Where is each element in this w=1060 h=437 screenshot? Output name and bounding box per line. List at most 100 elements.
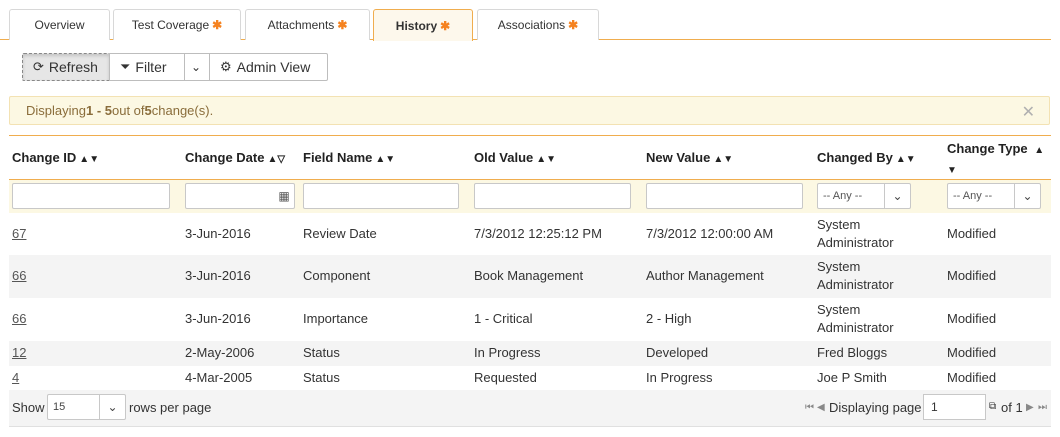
changed-by-cell: Joe P Smith <box>817 370 887 385</box>
column-label: New Value <box>646 150 711 165</box>
calendar-icon[interactable]: ▦ <box>271 183 297 209</box>
old-value-cell: Requested <box>474 370 537 385</box>
filter-dropdown-button[interactable]: ⌄ <box>184 53 210 81</box>
rows-per-page-value: 15 <box>53 401 66 413</box>
sort-icon[interactable]: ▲▼ <box>536 154 556 165</box>
change-id-link[interactable]: 66 <box>12 267 26 285</box>
table-row: 4 4-Mar-2005 Status Requested In Progres… <box>9 366 1051 390</box>
change-id-link[interactable]: 4 <box>12 369 19 387</box>
alert-range: 1 - 5 <box>85 103 112 118</box>
sort-icon[interactable]: ▲▼ <box>79 154 99 165</box>
displaying-page-label: Displaying page <box>829 400 922 415</box>
grid-bottom-border <box>9 426 1051 427</box>
chevron-down-icon: ⌄ <box>99 395 125 419</box>
first-page-icon[interactable]: ⏮ <box>805 402 814 413</box>
changed-by-cell: System Administrator <box>817 301 894 337</box>
change-id-link[interactable]: 12 <box>12 344 26 362</box>
tab-label: Associations <box>497 18 566 32</box>
page-number-value: 1 <box>931 400 938 414</box>
tab-overview[interactable]: Overview <box>9 9 110 40</box>
sort-icon[interactable]: ▲▼ <box>896 154 916 165</box>
show-label: Show <box>12 400 45 415</box>
old-value-cell: 1 - Critical <box>474 311 533 326</box>
tab-label: Overview <box>34 18 85 32</box>
chevron-down-icon: ⌄ <box>1014 184 1040 208</box>
change-type-cell: Modified <box>947 370 997 385</box>
new-value-cell: 2 - High <box>646 311 692 326</box>
column-label: Old Value <box>474 150 534 165</box>
previous-page-icon[interactable]: ◀ <box>817 402 825 413</box>
tab-bar: Overview Test Coverage ✱ Attachments ✱ His… <box>0 0 1060 41</box>
sort-icon[interactable]: ▲▽ <box>267 154 285 165</box>
new-value-filter-input[interactable] <box>646 183 803 209</box>
admin-view-label: Admin View <box>236 59 311 75</box>
chevron-down-icon: ⌄ <box>884 184 910 208</box>
pagination-footer: Show 15 ⌄ rows per page ⏮ ◀ Displaying p… <box>9 390 1051 426</box>
tab-label: Attachments <box>267 18 335 32</box>
chevron-down-icon: ⌄ <box>191 60 202 74</box>
close-icon[interactable]: ✕ <box>1022 102 1035 122</box>
last-page-icon[interactable]: ⏭ <box>1038 402 1047 413</box>
old-value-cell: 7/3/2012 12:25:12 PM <box>474 226 602 241</box>
field-name-cell: Importance <box>303 311 369 326</box>
change-type-filter-select[interactable]: -- Any -- ⌄ <box>947 183 1041 209</box>
changed-by-filter-select[interactable]: -- Any -- ⌄ <box>817 183 911 209</box>
sort-icon[interactable]: ▲▼ <box>375 154 395 165</box>
changed-by-line1: System <box>817 259 861 274</box>
column-header-field-name[interactable]: Field Name ▲▼ <box>303 150 395 165</box>
table-row: 66 3-Jun-2016 Importance 1 - Critical 2 … <box>9 298 1051 341</box>
column-header-changed-by[interactable]: Changed By ▲▼ <box>817 150 916 165</box>
sort-ascending-icon[interactable]: ▲ <box>1034 145 1044 156</box>
column-label: Change ID <box>12 150 77 165</box>
column-header-change-date[interactable]: Change Date ▲▽ <box>185 150 285 165</box>
field-name-cell: Review Date <box>303 226 377 241</box>
admin-view-button[interactable]: ⚙ Admin View <box>209 53 328 81</box>
tab-history[interactable]: History ✱ <box>373 9 473 41</box>
refresh-icon: ⟳ <box>33 59 44 74</box>
filter-label: Filter <box>135 59 167 75</box>
changed-by-line2: Administrator <box>817 277 894 292</box>
asterisk-icon: ✱ <box>337 18 348 32</box>
changed-by-line1: System <box>817 217 861 232</box>
changed-by-cell: System Administrator <box>817 258 894 294</box>
old-value-cell: Book Management <box>474 268 584 283</box>
change-id-filter-input[interactable] <box>12 183 170 209</box>
change-date-cell: 3-Jun-2016 <box>185 311 251 326</box>
new-value-cell: Developed <box>646 345 709 360</box>
tab-test-coverage[interactable]: Test Coverage ✱ <box>113 9 241 40</box>
page-number-input[interactable]: 1 <box>923 394 986 420</box>
column-label: Field Name <box>303 150 373 165</box>
refresh-button[interactable]: ⟳ Refresh <box>22 53 110 81</box>
old-value-filter-input[interactable] <box>474 183 631 209</box>
new-value-cell: Author Management <box>646 268 764 283</box>
field-name-cell: Component <box>303 268 371 283</box>
table-row: 66 3-Jun-2016 Component Book Management … <box>9 255 1051 298</box>
column-header-change-type[interactable]: Change Type ▲ ▼ <box>947 140 1047 180</box>
field-name-filter-input[interactable] <box>303 183 459 209</box>
change-id-link[interactable]: 67 <box>12 225 26 243</box>
go-page-icon[interactable]: ⧉ <box>989 401 996 412</box>
field-name-cell: Status <box>303 345 340 360</box>
tab-associations[interactable]: Associations ✱ <box>477 9 599 40</box>
old-value-cell: In Progress <box>474 345 541 360</box>
column-label: Change Date <box>185 150 265 165</box>
new-value-cell: 7/3/2012 12:00:00 AM <box>646 226 774 241</box>
change-type-cell: Modified <box>947 226 997 241</box>
change-type-cell: Modified <box>947 345 997 360</box>
filter-button[interactable]: ⏷ Filter <box>109 53 185 81</box>
refresh-label: Refresh <box>48 59 98 75</box>
change-date-cell: 3-Jun-2016 <box>185 268 251 283</box>
asterisk-icon: ✱ <box>440 18 451 33</box>
column-header-change-id[interactable]: Change ID ▲▼ <box>12 150 99 165</box>
column-header-old-value[interactable]: Old Value ▲▼ <box>474 150 556 165</box>
field-name-cell: Status <box>303 370 340 385</box>
rows-per-page-select[interactable]: 15 ⌄ <box>47 394 126 420</box>
sort-icon[interactable]: ▲▼ <box>713 154 733 165</box>
grid-top-border <box>9 135 1051 136</box>
column-header-new-value[interactable]: New Value ▲▼ <box>646 150 733 165</box>
results-alert: Displaying 1 - 5 out of 5 change(s). ✕ <box>9 96 1050 125</box>
sort-descending-icon[interactable]: ▼ <box>947 165 957 176</box>
change-id-link[interactable]: 66 <box>12 310 26 328</box>
tab-attachments[interactable]: Attachments ✱ <box>245 9 370 40</box>
next-page-icon[interactable]: ▶ <box>1026 402 1034 413</box>
